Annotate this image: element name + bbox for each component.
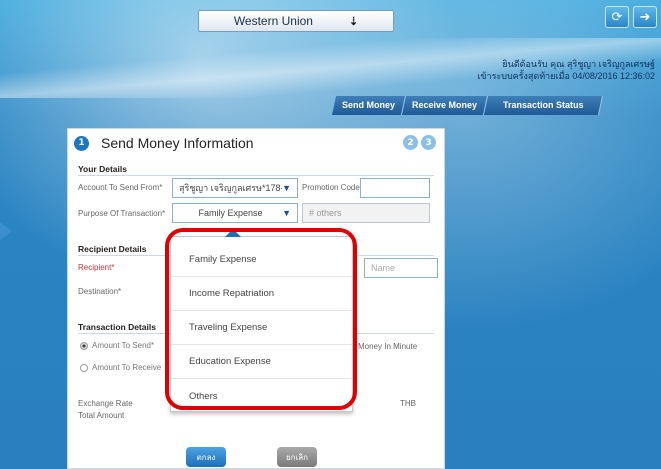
option-income-repatriation[interactable]: Income Repatriation [171,277,352,311]
tab-receive-money[interactable]: Receive Money [401,96,489,115]
recipient-label: Recipient* [78,263,115,272]
option-family-expense[interactable]: Family Expense [171,243,352,277]
tab-send-money[interactable]: Send Money [331,96,407,115]
radio-button[interactable] [80,363,88,372]
others-input[interactable]: # others [302,203,430,223]
service-select-label: Western Union [233,14,313,28]
radio-amount-receive[interactable]: Amount To Receive [80,363,161,372]
radio-amount-send[interactable]: Amount To Send* [80,341,154,350]
welcome-info: ยินดีต้อนรับ คุณ สุริชูญา เจริญกูลเศรษฐ์… [477,58,655,82]
welcome-user: ยินดีต้อนรับ คุณ สุริชูญา เจริญกูลเศรษฐ์ [502,59,655,69]
top-right-actions: ⟳ ➜ [605,6,657,28]
purpose-select[interactable]: Family Expense ▼ [172,203,298,223]
cancel-button[interactable]: ยกเลิก [277,447,317,467]
account-select[interactable]: สุริชูญา เจริญกูลเศรษ*178-5 ▼ [172,178,298,198]
main-nav: Send Money Receive Money Transaction Sta… [331,96,604,115]
side-arrow-icon [0,222,12,240]
currency-label: THB [400,399,416,408]
exchange-rate-label: Exchange Rate [78,399,133,408]
option-others[interactable]: Others [171,379,352,413]
purpose-dropdown-menu: Family Expense Income Repatriation Trave… [170,229,353,413]
form-title: Send Money Information [101,135,254,151]
destination-label: Destination* [78,287,122,296]
account-value: สุริชูญา เจริญกูลเศรษ*178-5 [179,183,283,193]
divider [78,175,434,176]
money-in-minute-label: Money In Minute [358,342,418,351]
option-education-expense[interactable]: Education Expense [171,345,352,379]
form-header: 1 Send Money Information [74,135,254,151]
purpose-label: Purpose Of Transaction* [78,209,166,218]
section-recipient-details: Recipient Details [78,244,147,254]
dropdown-arrow-icon: ▼ [282,208,291,218]
chevron-down-icon: ⇣ [348,15,359,28]
dropdown-caret-icon [225,229,241,237]
last-login: เข้าระบบครั้งสุดท้ายเมื่อ 04/08/2016 12:… [477,71,655,81]
confirm-button[interactable]: ตกลง [186,447,226,467]
step-indicator-3: 3 [421,135,436,150]
recipient-name-input[interactable]: Name [364,258,438,278]
total-amount-label: Total Amount [78,411,125,420]
promo-label: Promotion Code [302,183,360,192]
section-your-details: Your Details [78,164,127,174]
promo-code-input[interactable] [360,178,430,198]
dropdown-arrow-icon: ▼ [282,183,291,193]
option-traveling-expense[interactable]: Traveling Expense [171,311,352,345]
logout-icon[interactable]: ➜ [633,6,657,28]
radio-button[interactable] [80,341,88,350]
step-indicators: 2 3 [403,135,436,150]
account-label: Account To Send From* [78,183,163,192]
section-transaction-details: Transaction Details [78,322,156,332]
purpose-value: Family Expense [198,208,263,218]
tab-transaction-status[interactable]: Transaction Status [484,96,604,115]
service-select[interactable]: Western Union ⇣ [198,10,394,32]
refresh-icon[interactable]: ⟳ [605,6,629,28]
step-indicator-current: 1 [74,135,89,151]
step-indicator-2: 2 [403,135,418,150]
